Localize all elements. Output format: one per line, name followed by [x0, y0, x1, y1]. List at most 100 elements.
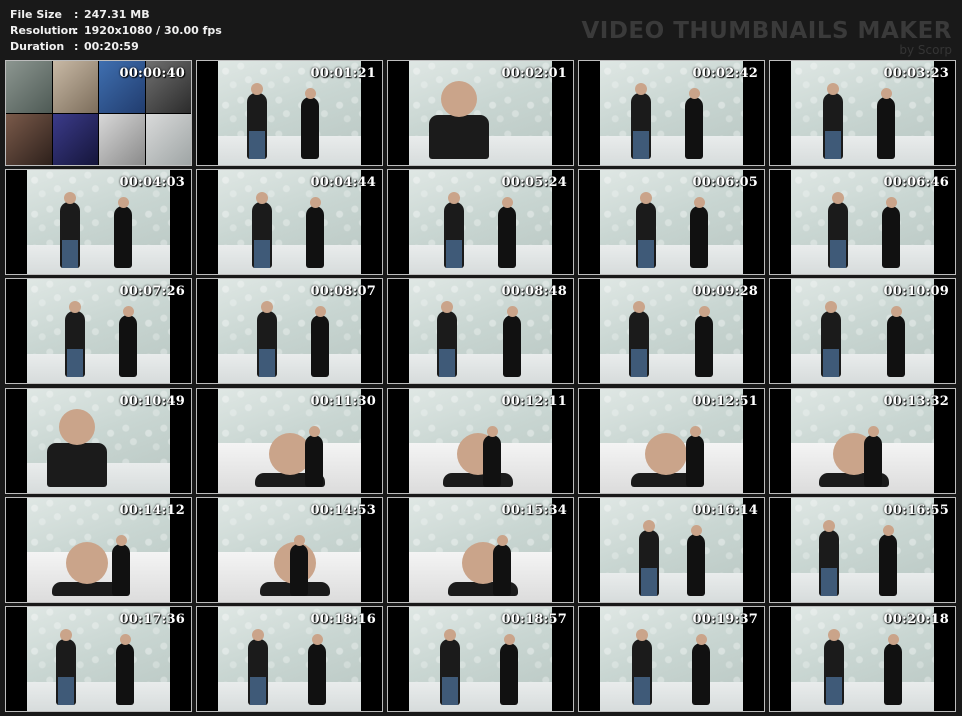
video-thumbnail[interactable]: 00:18:57 [387, 605, 574, 712]
person-figure-dark-dress [686, 425, 704, 487]
figure-head [645, 432, 687, 475]
person-figure-dark-dress [498, 197, 516, 269]
person-figure-dark-dress [305, 425, 323, 487]
video-thumbnail[interactable]: 00:13:32 [769, 387, 956, 494]
video-thumbnail[interactable]: 00:08:07 [196, 278, 383, 385]
figure-head [823, 519, 835, 532]
person-figure-dark-dress [306, 197, 324, 269]
video-thumbnail[interactable]: 00:12:51 [578, 387, 765, 494]
person-figure-dark-dress [311, 306, 329, 378]
video-thumbnail[interactable]: 00:07:26 [5, 278, 192, 385]
mosaic-tile [52, 113, 98, 165]
video-thumbnail[interactable]: 00:11:30 [196, 387, 383, 494]
timestamp-label: 00:03:23 [883, 66, 949, 81]
video-thumbnail[interactable]: 00:10:09 [769, 278, 956, 385]
video-thumbnail[interactable]: 00:19:37 [578, 605, 765, 712]
resolution-row: Resolution : 1920x1080 / 30.00 fps [10, 23, 222, 39]
figure-head [636, 628, 648, 641]
person-figure [56, 628, 76, 705]
figure-head [294, 534, 305, 546]
separator: : [74, 40, 79, 53]
timestamp-label: 00:12:11 [501, 393, 567, 409]
figure-head [891, 306, 902, 318]
resolution-label: Resolution [10, 24, 77, 37]
timestamp-label: 00:14:53 [310, 502, 376, 518]
video-thumbnail[interactable]: 00:06:05 [578, 169, 765, 276]
person-figure-dark-dress [687, 524, 705, 596]
person-figure [60, 192, 80, 269]
separator: : [74, 24, 79, 37]
timestamp-label: 00:04:44 [310, 175, 376, 191]
brand-watermark: VIDEO THUMBNAILS MAKER by Scorp [581, 18, 952, 57]
video-thumbnail[interactable]: 00:09:28 [578, 278, 765, 385]
person-figure-dark-dress [114, 197, 132, 269]
floor-surface [27, 245, 170, 275]
timestamp-label: 00:15:34 [501, 502, 567, 518]
figure-legs [58, 676, 74, 705]
video-thumbnail[interactable]: 00:16:55 [769, 496, 956, 603]
video-thumbnail[interactable]: 00:02:01 [387, 60, 574, 166]
timestamp-label: 00:17:36 [119, 611, 185, 627]
person-figure [636, 192, 656, 269]
person-figure-dark-dress [884, 633, 902, 705]
timestamp-label: 00:07:26 [119, 284, 185, 300]
file-info-panel: File Size : 247.31 MB Resolution : 1920x… [10, 7, 222, 55]
person-figure-dark-dress [882, 197, 900, 269]
floor-surface [409, 245, 552, 275]
timestamp-label: 00:02:42 [692, 66, 758, 81]
video-thumbnail[interactable]: 00:18:16 [196, 605, 383, 712]
mosaic-tile [52, 61, 98, 113]
video-thumbnail[interactable]: 00:10:49 [5, 387, 192, 494]
floor-surface [791, 681, 934, 711]
figure-legs [249, 131, 265, 159]
mosaic-tile [99, 113, 145, 165]
video-thumbnail[interactable]: 00:04:03 [5, 169, 192, 276]
person-figure-dark-dress [301, 88, 319, 159]
video-thumbnail[interactable]: 00:12:11 [387, 387, 574, 494]
video-thumbnail[interactable]: 00:02:42 [578, 60, 765, 166]
floor-surface [791, 354, 934, 384]
figure-legs [633, 131, 649, 159]
figure-head [689, 88, 700, 99]
figure-head [643, 519, 655, 532]
video-thumbnail[interactable]: 00:05:24 [387, 169, 574, 276]
figure-head [633, 301, 645, 314]
person-figure-dark-dress [685, 88, 703, 159]
person-figure-dark-dress [692, 633, 710, 705]
figure-head [441, 301, 453, 314]
video-thumbnail[interactable]: 00:00:40 [5, 60, 192, 166]
floor-surface [791, 135, 934, 165]
mosaic-tile [6, 113, 52, 165]
video-thumbnail[interactable]: 00:14:12 [5, 496, 192, 603]
timestamp-label: 00:06:05 [692, 175, 758, 191]
video-thumbnail[interactable]: 00:20:18 [769, 605, 956, 712]
video-thumbnail[interactable]: 00:04:44 [196, 169, 383, 276]
floor-surface [600, 245, 743, 275]
floor-surface [409, 681, 552, 711]
figure-legs [826, 676, 842, 705]
floor-surface [409, 354, 552, 384]
floor-surface [600, 681, 743, 711]
video-thumbnail[interactable]: 00:16:14 [578, 496, 765, 603]
figure-legs [250, 676, 266, 705]
timestamp-label: 00:18:16 [310, 611, 376, 627]
figure-head [502, 197, 513, 209]
video-thumbnail[interactable]: 00:17:36 [5, 605, 192, 712]
video-thumbnail[interactable]: 00:15:34 [387, 496, 574, 603]
figure-head [828, 628, 840, 641]
video-thumbnail[interactable]: 00:14:53 [196, 496, 383, 603]
person-figure [257, 301, 277, 378]
person-figure [819, 519, 839, 596]
figure-head [832, 192, 844, 205]
figure-head [696, 633, 707, 645]
video-thumbnail[interactable]: 00:03:23 [769, 60, 956, 166]
person-figure-dark-dress [503, 306, 521, 378]
floor-surface [600, 354, 743, 384]
figure-head [256, 192, 268, 205]
video-thumbnail[interactable]: 00:01:21 [196, 60, 383, 166]
figure-head [497, 534, 508, 546]
video-thumbnail[interactable]: 00:06:46 [769, 169, 956, 276]
video-thumbnail[interactable]: 00:08:48 [387, 278, 574, 385]
figure-head [699, 306, 710, 318]
figure-legs [634, 676, 650, 705]
